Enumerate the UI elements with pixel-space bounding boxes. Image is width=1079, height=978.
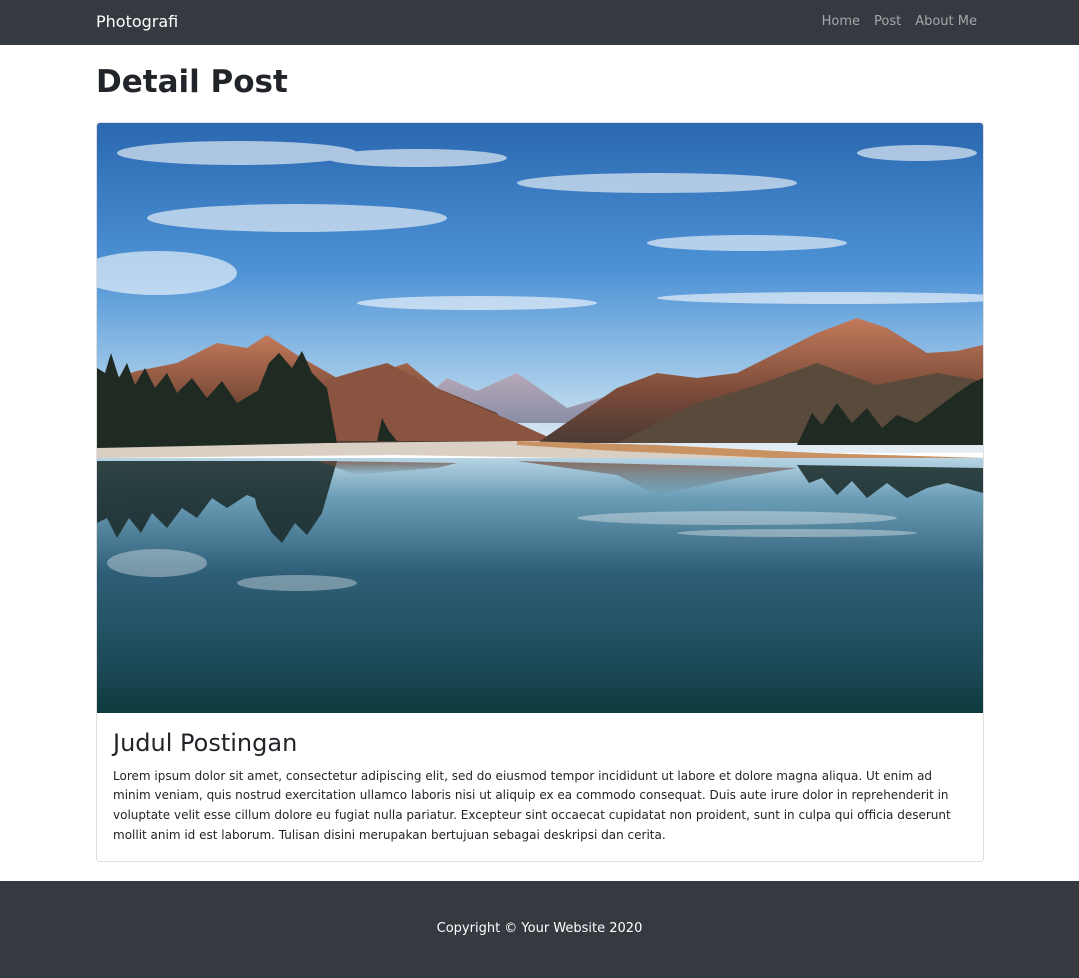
nav-link-home[interactable]: Home <box>822 14 860 29</box>
brand-link[interactable]: Photografi <box>96 12 178 31</box>
footer: Copyright © Your Website 2020 <box>0 881 1079 978</box>
post-body-text: Lorem ipsum dolor sit amet, consectetur … <box>113 768 951 842</box>
post-card: Judul Postingan Lorem ipsum dolor sit am… <box>96 122 984 862</box>
copyright-text: Copyright © Your Website 2020 <box>436 921 643 936</box>
nav-link-post[interactable]: Post <box>874 14 901 29</box>
nav-link-about-me[interactable]: About Me <box>915 14 977 29</box>
post-title: Judul Postingan <box>113 729 298 757</box>
post-card-body: Judul Postingan Lorem ipsum dolor sit am… <box>113 729 969 845</box>
page-title: Detail Post <box>96 64 288 100</box>
nav-links: Home Post About Me <box>822 14 977 29</box>
post-image <box>97 123 983 713</box>
navbar: Photografi Home Post About Me <box>0 0 1079 45</box>
